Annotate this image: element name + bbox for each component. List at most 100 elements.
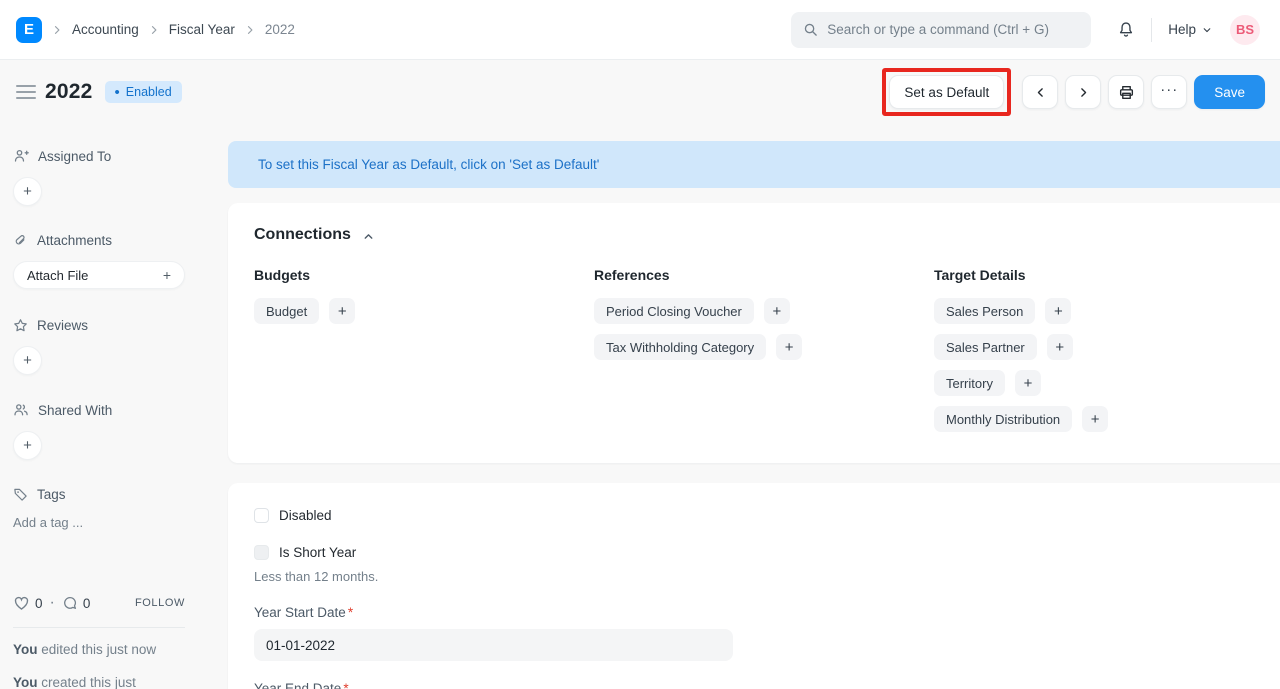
add-territory-button[interactable]: + bbox=[1015, 370, 1041, 396]
activity-time: just now bbox=[107, 642, 157, 657]
search-icon bbox=[803, 22, 818, 37]
page-title: 2022 bbox=[45, 80, 93, 104]
add-tax-withholding-category-button[interactable]: + bbox=[776, 334, 802, 360]
plus-icon: + bbox=[772, 303, 781, 320]
page-actions: Set as Default ··· Save bbox=[882, 68, 1265, 116]
activity-edited: You edited this just now bbox=[13, 641, 163, 660]
required-marker: * bbox=[343, 681, 348, 689]
global-search[interactable] bbox=[791, 12, 1091, 48]
notifications-bell-icon[interactable] bbox=[1117, 20, 1135, 39]
navbar-right: Help BS bbox=[791, 12, 1260, 48]
dot-separator: · bbox=[50, 594, 55, 612]
printer-icon bbox=[1118, 84, 1135, 101]
help-label: Help bbox=[1168, 22, 1196, 37]
year-end-date-label-text: Year End Date bbox=[254, 681, 341, 689]
sidebar-divider bbox=[13, 627, 185, 628]
avatar-initials: BS bbox=[1236, 22, 1254, 37]
search-input[interactable] bbox=[827, 22, 1079, 37]
prev-record-button[interactable] bbox=[1022, 75, 1058, 109]
connections-card: Connections Budgets Budget + Refer bbox=[228, 203, 1280, 463]
group-title: Budgets bbox=[254, 267, 594, 283]
is-short-year-checkbox[interactable] bbox=[254, 545, 269, 560]
assigned-to-label: Assigned To bbox=[38, 149, 111, 164]
info-banner-text: To set this Fiscal Year as Default, clic… bbox=[258, 157, 599, 172]
breadcrumb-accounting[interactable]: Accounting bbox=[72, 22, 139, 37]
red-annotation-box: Set as Default bbox=[882, 68, 1011, 116]
year-start-date-input[interactable] bbox=[254, 629, 733, 661]
assign-user-icon bbox=[13, 148, 29, 164]
plus-icon: + bbox=[785, 339, 794, 356]
status-badge-label: Enabled bbox=[126, 85, 172, 99]
chevron-down-icon bbox=[1202, 25, 1212, 35]
page-body: 2022 • Enabled Set as Default bbox=[0, 60, 1280, 689]
activity-actor: You bbox=[13, 642, 38, 657]
chevron-left-icon bbox=[1034, 86, 1047, 99]
paperclip-icon bbox=[13, 233, 28, 248]
details-card: Disabled Is Short Year Less than 12 mont… bbox=[228, 483, 1280, 689]
add-tag-input[interactable]: Add a tag ... bbox=[13, 515, 212, 530]
disabled-label: Disabled bbox=[279, 508, 332, 523]
add-sales-person-button[interactable]: + bbox=[1045, 298, 1071, 324]
comment-icon[interactable] bbox=[62, 595, 78, 611]
plus-icon: + bbox=[1055, 339, 1064, 356]
connections-columns: Budgets Budget + References Period Closi… bbox=[254, 267, 1274, 442]
add-assignment-button[interactable]: + bbox=[13, 177, 42, 206]
print-button[interactable] bbox=[1108, 75, 1144, 109]
reviews-section: Reviews bbox=[13, 318, 212, 333]
chevron-right-icon bbox=[51, 24, 63, 36]
app-logo[interactable]: E bbox=[16, 17, 42, 43]
required-marker: * bbox=[348, 605, 353, 620]
add-period-closing-voucher-button[interactable]: + bbox=[764, 298, 790, 324]
attachments-section: Attachments bbox=[13, 233, 212, 248]
activity-actor: You bbox=[13, 675, 38, 689]
connections-group-budgets: Budgets Budget + bbox=[254, 267, 594, 442]
activity-action: created this bbox=[41, 675, 111, 689]
attachments-label: Attachments bbox=[37, 233, 112, 248]
link-row: Period Closing Voucher + bbox=[594, 298, 934, 324]
connections-group-target-details: Target Details Sales Person + Sales Part… bbox=[934, 267, 1274, 442]
navbar-divider bbox=[1151, 18, 1152, 42]
link-tax-withholding-category[interactable]: Tax Withholding Category bbox=[594, 334, 766, 360]
page-layout: Assigned To + Attachments Attach File + … bbox=[0, 124, 1280, 689]
link-monthly-distribution[interactable]: Monthly Distribution bbox=[934, 406, 1072, 432]
reviews-label: Reviews bbox=[37, 318, 88, 333]
user-avatar[interactable]: BS bbox=[1230, 15, 1260, 45]
save-button[interactable]: Save bbox=[1194, 75, 1265, 109]
link-territory[interactable]: Territory bbox=[934, 370, 1005, 396]
attach-file-button[interactable]: Attach File + bbox=[13, 261, 185, 289]
breadcrumb-fiscal-year[interactable]: Fiscal Year bbox=[169, 22, 235, 37]
is-short-year-label: Is Short Year bbox=[279, 545, 356, 560]
year-start-date-label-text: Year Start Date bbox=[254, 605, 346, 620]
star-icon bbox=[13, 318, 28, 333]
status-dot: • bbox=[115, 85, 120, 100]
add-monthly-distribution-button[interactable]: + bbox=[1082, 406, 1108, 432]
next-record-button[interactable] bbox=[1065, 75, 1101, 109]
comment-count: 0 bbox=[83, 596, 91, 611]
year-end-date-label: Year End Date* bbox=[254, 681, 1274, 689]
help-menu[interactable]: Help bbox=[1168, 22, 1212, 37]
people-icon bbox=[13, 402, 29, 418]
group-title: References bbox=[594, 267, 934, 283]
add-budget-button[interactable]: + bbox=[329, 298, 355, 324]
link-row: Budget + bbox=[254, 298, 594, 324]
add-review-button[interactable]: + bbox=[13, 346, 42, 375]
link-budget[interactable]: Budget bbox=[254, 298, 319, 324]
navbar: E Accounting Fiscal Year 2022 Help BS bbox=[0, 0, 1280, 60]
add-share-button[interactable]: + bbox=[13, 431, 42, 460]
activity-action: edited this bbox=[41, 642, 103, 657]
link-period-closing-voucher[interactable]: Period Closing Voucher bbox=[594, 298, 754, 324]
info-banner: To set this Fiscal Year as Default, clic… bbox=[228, 141, 1280, 188]
app-logo-letter: E bbox=[24, 21, 34, 38]
tags-section: Tags bbox=[13, 487, 212, 502]
sidebar-toggle-icon[interactable] bbox=[16, 82, 36, 102]
chevron-up-icon[interactable] bbox=[362, 228, 375, 243]
link-sales-partner[interactable]: Sales Partner bbox=[934, 334, 1037, 360]
follow-button[interactable]: FOLLOW bbox=[135, 597, 185, 609]
heart-icon[interactable] bbox=[13, 595, 30, 611]
disabled-checkbox[interactable] bbox=[254, 508, 269, 523]
menu-ellipsis-button[interactable]: ··· bbox=[1151, 75, 1187, 109]
set-as-default-button[interactable]: Set as Default bbox=[889, 75, 1004, 109]
page-header: 2022 • Enabled Set as Default bbox=[0, 60, 1280, 124]
add-sales-partner-button[interactable]: + bbox=[1047, 334, 1073, 360]
link-sales-person[interactable]: Sales Person bbox=[934, 298, 1035, 324]
